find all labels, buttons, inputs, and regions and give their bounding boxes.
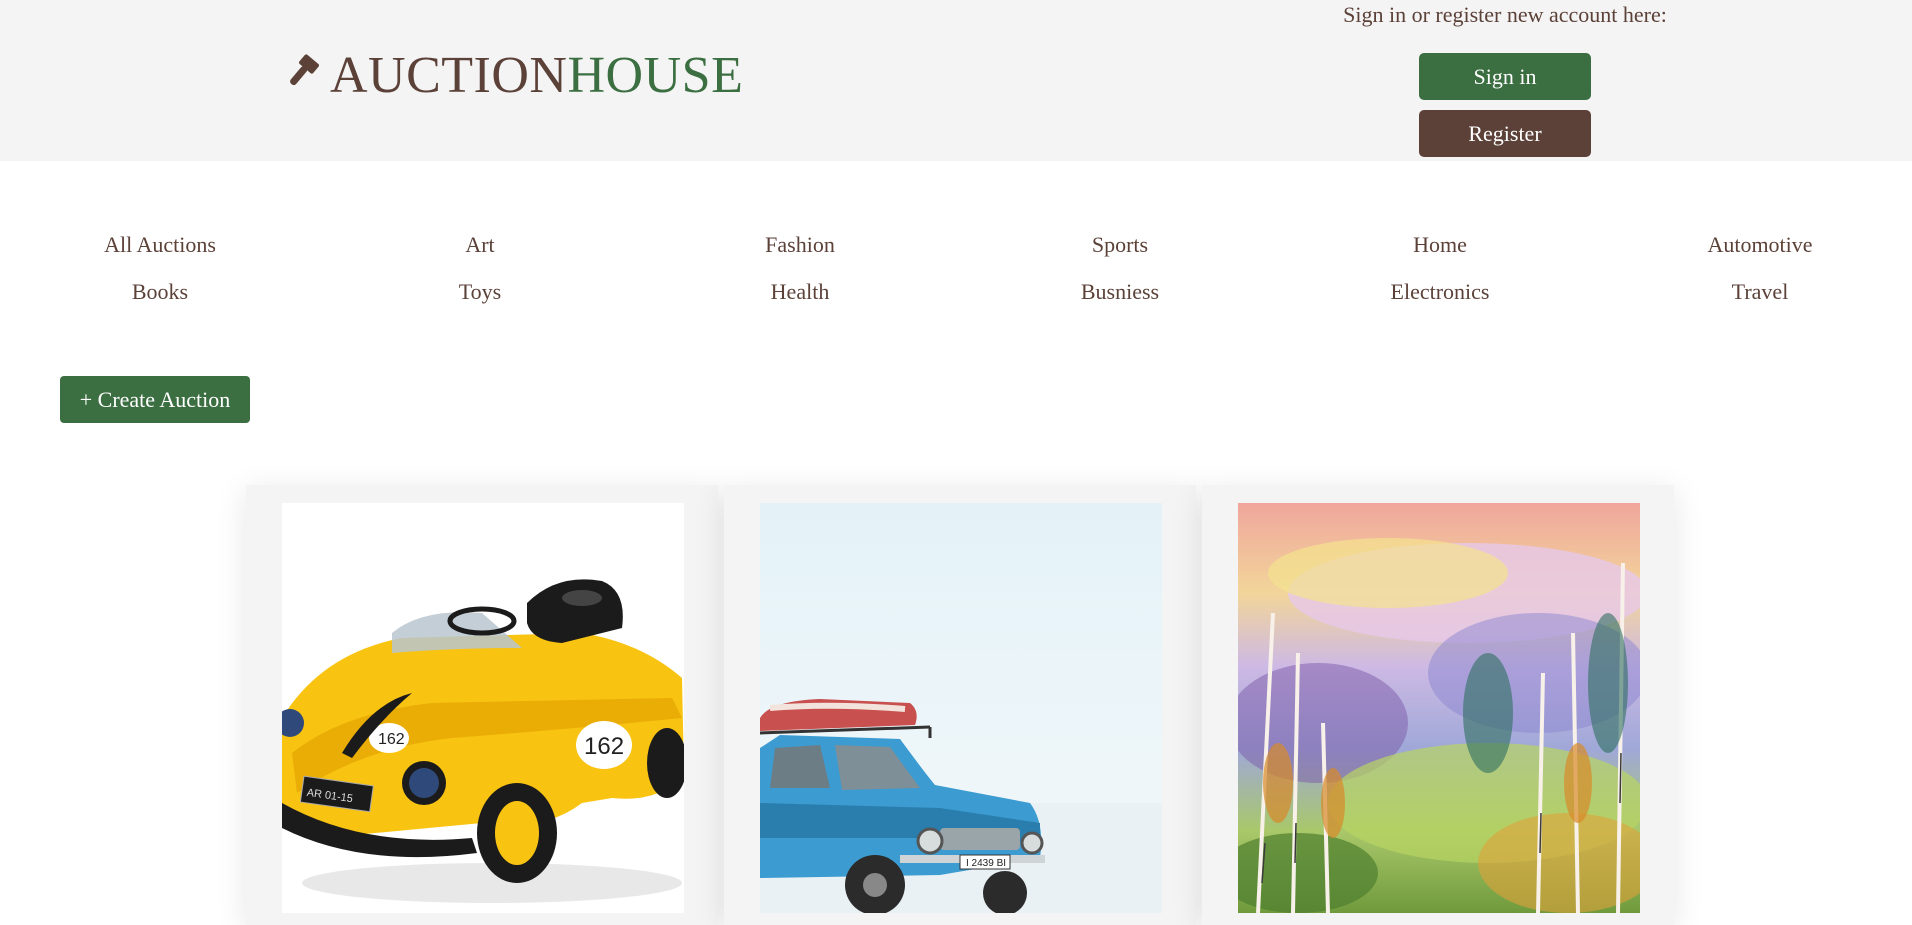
yellow-toy-car-image[interactable]: 162 162 AR 01-15 xyxy=(282,503,684,913)
category-health[interactable]: Health xyxy=(640,272,960,319)
category-nav: All Auctions Art Fashion Sports Home Aut… xyxy=(0,225,1912,319)
auction-card[interactable] xyxy=(1202,485,1674,925)
svg-text:162: 162 xyxy=(378,731,405,748)
category-row-1: All Auctions Art Fashion Sports Home Aut… xyxy=(0,225,1912,272)
svg-text:162: 162 xyxy=(584,733,624,760)
auction-card[interactable]: I 2439 BI xyxy=(724,485,1196,925)
auth-prompt: Sign in or register new account here: xyxy=(1343,2,1667,27)
sign-in-button[interactable]: Sign in xyxy=(1419,53,1591,100)
logo-text-auction: AUCTION xyxy=(330,47,568,104)
category-home[interactable]: Home xyxy=(1280,225,1600,272)
logo-text-house: HOUSE xyxy=(567,47,744,104)
auth-panel: Sign in or register new account here: Si… xyxy=(1310,0,1700,157)
watercolor-forest-painting-image[interactable] xyxy=(1238,503,1640,913)
site-logo[interactable]: AUCTION HOUSE xyxy=(286,42,743,102)
svg-text:I 2439 BI: I 2439 BI xyxy=(966,858,1006,869)
category-toys[interactable]: Toys xyxy=(320,272,640,319)
category-electronics[interactable]: Electronics xyxy=(1280,272,1600,319)
blue-vintage-car-snow-image[interactable]: I 2439 BI xyxy=(760,503,1162,913)
category-books[interactable]: Books xyxy=(0,272,320,319)
category-travel[interactable]: Travel xyxy=(1600,272,1912,319)
category-sports[interactable]: Sports xyxy=(960,225,1280,272)
create-auction-button[interactable]: + Create Auction xyxy=(60,376,250,423)
category-art[interactable]: Art xyxy=(320,225,640,272)
category-row-2: Books Toys Health Busniess Electronics T… xyxy=(0,272,1912,319)
category-business[interactable]: Busniess xyxy=(960,272,1280,319)
site-header: AUCTION HOUSE Sign in or register new acc… xyxy=(0,0,1912,161)
category-all-auctions[interactable]: All Auctions xyxy=(0,225,320,272)
auction-card[interactable]: 162 162 AR 01-15 xyxy=(246,485,718,925)
category-fashion[interactable]: Fashion xyxy=(640,225,960,272)
gavel-icon xyxy=(290,54,319,86)
category-automotive[interactable]: Automotive xyxy=(1600,225,1912,272)
register-button[interactable]: Register xyxy=(1419,110,1591,157)
